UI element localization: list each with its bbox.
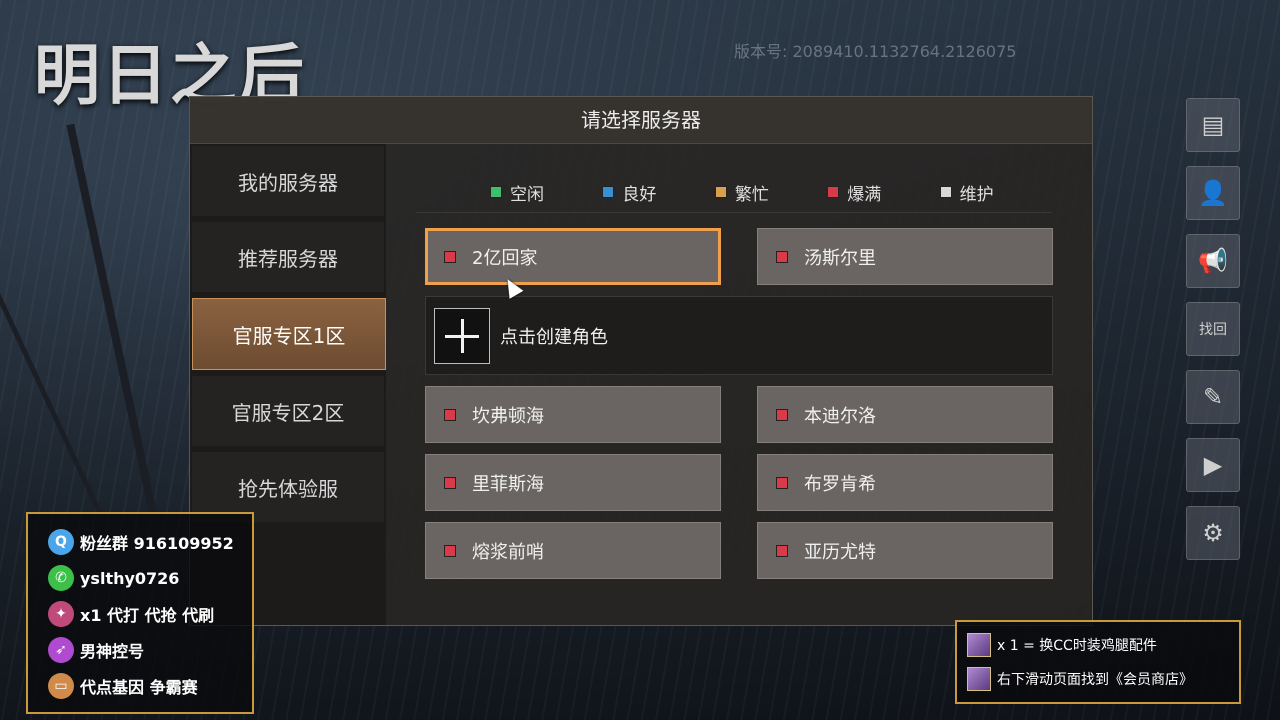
status-dot: [444, 544, 456, 557]
legend-idle: 空闲: [490, 172, 602, 212]
server-button[interactable]: 布罗肯希: [757, 454, 1053, 511]
survey-icon[interactable]: ✎: [1186, 370, 1240, 424]
legend-label: 空闲: [510, 184, 544, 205]
server-list-area: 空闲 良好 繁忙 爆满 维护 2亿回家 汤斯尔里 点击创建角色 坎弗顿海 本迪尔…: [386, 144, 1092, 625]
server-name: 布罗肯希: [804, 473, 876, 495]
server-button[interactable]: 坎弗顿海: [425, 386, 721, 443]
legend-label: 维护: [959, 184, 994, 205]
status-dot: [602, 186, 615, 198]
server-row: 坎弗顿海 本迪尔洛: [425, 386, 1053, 443]
status-legend: 空闲 良好 繁忙 爆满 维护: [416, 144, 1052, 213]
video-icon[interactable]: ▶: [1186, 438, 1240, 492]
status-dot: [776, 408, 788, 421]
notice-icon[interactable]: ▤: [1186, 98, 1240, 152]
announce-icon[interactable]: 📢: [1186, 234, 1240, 288]
user-settings-icon[interactable]: ⚙: [1186, 506, 1240, 560]
server-select-panel: 请选择服务器 我的服务器 推荐服务器 官服专区1区 官服专区2区 抢先体验服 空…: [189, 96, 1093, 626]
streamer-line: ▭ 代点基因 争霸赛: [48, 668, 242, 704]
status-dot: [827, 186, 840, 198]
streamer-line: ➶ 男神控号: [48, 632, 242, 668]
status-dot: [444, 408, 456, 421]
promo-text: 右下滑动页面找到《会员商店》: [997, 672, 1193, 688]
plus-icon: [434, 307, 490, 364]
card-icon: ▭: [48, 673, 74, 699]
streamer-text: 粉丝群 916109952: [80, 534, 234, 553]
status-dot: [776, 476, 788, 489]
streamer-line: ✦ x1 代打 代抢 代刷: [48, 596, 242, 632]
tab-my-servers[interactable]: 我的服务器: [192, 146, 384, 216]
server-name: 坎弗顿海: [472, 405, 544, 427]
promo-line: x 1 = 换CC时装鸡腿配件: [967, 628, 1229, 662]
status-dot: [939, 186, 952, 198]
gift-card-icon: [967, 667, 991, 691]
server-row: 里菲斯海 布罗肯希: [425, 454, 1053, 511]
streamer-info-overlay: Q 粉丝群 916109952 ✆ yslthy0726 ✦ x1 代打 代抢 …: [26, 512, 254, 714]
streamer-line: ✆ yslthy0726: [48, 560, 242, 596]
streamer-line: Q 粉丝群 916109952: [48, 524, 242, 560]
streamer-text: 代点基因 争霸赛: [80, 678, 198, 697]
promo-text: x 1 = 换CC时装鸡腿配件: [997, 638, 1157, 654]
status-dot: [444, 250, 456, 263]
retrieve-icon[interactable]: 找回: [1186, 302, 1240, 356]
side-icon-bar: ▤ 👤 📢 找回 ✎ ▶ ⚙: [1186, 98, 1250, 574]
streamer-text: 男神控号: [80, 642, 145, 661]
account-icon[interactable]: 👤: [1186, 166, 1240, 220]
server-button[interactable]: 里菲斯海: [425, 454, 721, 511]
status-dot: [776, 250, 788, 263]
tab-official-zone-1[interactable]: 官服专区1区: [192, 298, 386, 370]
server-name: 亚历尤特: [804, 541, 876, 563]
create-role-button[interactable]: 点击创建角色: [425, 296, 1053, 375]
legend-label: 良好: [622, 184, 657, 205]
server-button[interactable]: 熔浆前哨: [425, 522, 721, 579]
server-name: 本迪尔洛: [804, 405, 876, 427]
tab-recommended[interactable]: 推荐服务器: [192, 222, 384, 292]
figure-icon: ✦: [48, 601, 74, 627]
streamer-text: yslthy0726: [80, 568, 180, 588]
streamer-text: x1 代打 代抢 代刷: [80, 606, 215, 625]
qq-icon: Q: [48, 529, 74, 555]
server-name: 熔浆前哨: [472, 541, 544, 563]
server-row: 2亿回家 汤斯尔里: [425, 228, 1053, 285]
legend-label: 爆满: [847, 184, 882, 205]
version-text: 版本号: 2089410.1132764.2126075: [734, 42, 1017, 61]
server-button[interactable]: 亚历尤特: [757, 522, 1053, 579]
promo-overlay: x 1 = 换CC时装鸡腿配件 右下滑动页面找到《会员商店》: [955, 620, 1241, 704]
tab-official-zone-2[interactable]: 官服专区2区: [192, 376, 384, 446]
server-button[interactable]: 汤斯尔里: [757, 228, 1053, 285]
legend-busy: 繁忙: [714, 172, 827, 212]
server-name: 2亿回家: [472, 247, 538, 269]
server-name: 里菲斯海: [472, 473, 544, 495]
gift-card-icon: [967, 633, 991, 657]
status-dot: [444, 476, 456, 489]
server-button[interactable]: 本迪尔洛: [757, 386, 1053, 443]
status-dot: [490, 186, 502, 198]
server-button[interactable]: 2亿回家: [425, 228, 721, 285]
panel-title: 请选择服务器: [190, 97, 1092, 144]
rocket-icon: ➶: [48, 637, 74, 663]
legend-maintenance: 维护: [939, 172, 1052, 212]
promo-line: 右下滑动页面找到《会员商店》: [967, 662, 1229, 696]
legend-full: 爆满: [827, 172, 939, 212]
wechat-icon: ✆: [48, 565, 74, 591]
server-grid: 2亿回家 汤斯尔里 点击创建角色 坎弗顿海 本迪尔洛 里菲斯海 布罗肯希 熔浆前…: [425, 228, 1053, 590]
status-dot: [714, 186, 727, 198]
server-row: 熔浆前哨 亚历尤特: [425, 522, 1053, 579]
create-role-label: 点击创建角色: [500, 326, 608, 348]
legend-label: 繁忙: [734, 184, 769, 205]
legend-good: 良好: [602, 172, 714, 212]
server-name: 汤斯尔里: [804, 247, 876, 269]
status-dot: [776, 544, 788, 557]
